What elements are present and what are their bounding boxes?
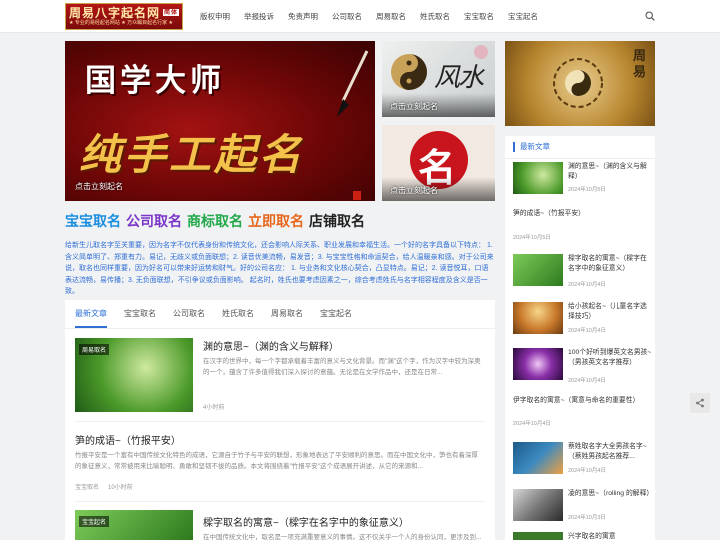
article-item[interactable]: 宝宝起名 樑字取名的寓意~（樑字在名字中的象征意义） 在中国传统文化中，取名是一… — [75, 510, 485, 540]
logo-tagline: ★ 专业的易经起名网站 ★ 万众瞩目起名行家 ★ — [69, 20, 174, 26]
sidebar-thumbnail[interactable] — [513, 532, 563, 540]
main-nav: 版权申明 举报投诉 免责声明 公司取名 周易取名 姓氏取名 宝宝取名 宝宝起名 — [200, 0, 552, 33]
sidebar-thumbnail[interactable] — [513, 302, 563, 334]
tab-zhouyi-naming[interactable]: 周易取名 — [271, 308, 303, 328]
fengshui-calligraphy: 风水 — [434, 63, 484, 93]
category-company[interactable]: 公司取名 — [126, 211, 182, 231]
sidebar-thumbnail[interactable] — [513, 254, 563, 286]
share-icon — [696, 398, 704, 408]
nav-item-copyright[interactable]: 版权申明 — [200, 0, 230, 33]
sidebar-item-date: 2024年10月4日 — [568, 328, 606, 334]
article-tabs: 最新文章 宝宝取名 公司取名 姓氏取名 周易取名 宝宝起名 — [75, 308, 369, 328]
article-summary: 在中国传统文化中，取名是一项充满重要意义的事情。这不仅关乎一个人的身份认同，更涉… — [203, 534, 482, 540]
bagua-icon — [553, 58, 603, 108]
sidebar-item-date: 2024年10月4日 — [568, 378, 606, 384]
nav-item-surname-naming[interactable]: 姓氏取名 — [420, 0, 450, 33]
article-title[interactable]: 笋的成语~（竹报平安） — [75, 432, 181, 447]
sidebar-item-title[interactable]: 渊的意思~（渊的含义与解释） — [568, 162, 652, 181]
hero-side2-caption[interactable]: 点击立刻起名 — [390, 185, 438, 196]
article-item[interactable]: 笋的成语~（竹报平安） 竹报平安是一个富有中国传统文化特色的成语，它源自于竹子与… — [75, 432, 485, 494]
sidebar-item[interactable]: 渊的意思~（渊的含义与解释） 2024年10月5日 — [513, 162, 651, 196]
plum-blossom — [474, 45, 488, 59]
article-tag[interactable]: 周易取名 — [79, 344, 110, 355]
zhouyi-banner[interactable]: 周易 — [505, 41, 655, 126]
seal-stamp — [353, 191, 361, 200]
hero-banner-main[interactable]: 国学大师 纯手工起名 点击立刻起名 — [65, 41, 375, 201]
sidebar-item-title[interactable]: 100个好听到爆英文名男孩~（男孩英文名字推荐） — [568, 348, 652, 367]
sidebar-item-title[interactable]: 凌的意思~（rolling 的解释） — [568, 489, 653, 499]
logo-badge: 简体 — [163, 9, 180, 16]
article-list-card: 最新文章 宝宝取名 公司取名 姓氏取名 周易取名 宝宝起名 周易取名 渊的意思~… — [65, 300, 495, 540]
tab-latest[interactable]: 最新文章 — [75, 308, 107, 328]
category-instant[interactable]: 立即取名 — [248, 211, 304, 231]
hero-main-caption[interactable]: 点击立刻起名 — [75, 181, 123, 192]
yin-yang-icon — [391, 54, 427, 90]
sidebar-thumbnail[interactable] — [513, 348, 563, 380]
category-baby[interactable]: 宝宝取名 — [65, 211, 121, 231]
category-links: 宝宝取名 公司取名 商标取名 立即取名 店铺取名 — [65, 211, 365, 231]
article-item[interactable]: 周易取名 渊的意思~（渊的含义与解释） 在汉字的世界中，每一个字都承载着丰富的意… — [75, 338, 485, 414]
article-category[interactable]: 宝宝取名 — [75, 482, 99, 491]
category-shop[interactable]: 店铺取名 — [309, 211, 365, 231]
sidebar-item[interactable]: 笋的成语~（竹报平安） 2024年10月5日 — [513, 209, 651, 241]
sidebar-thumbnail[interactable] — [513, 442, 563, 474]
hero-banner-name-char[interactable]: 名 点击立刻起名 — [382, 125, 495, 201]
nav-item-disclaimer[interactable]: 免责声明 — [288, 0, 318, 33]
sidebar-item[interactable]: 兴字取名的寓意 — [513, 532, 651, 540]
article-time: 10小时前 — [108, 485, 133, 491]
sidebar-item-title[interactable]: 兴字取名的寓意 — [568, 532, 651, 540]
share-button[interactable] — [690, 393, 710, 413]
sidebar-item[interactable]: 凌的意思~（rolling 的解释） 2024年10月3日 — [513, 489, 653, 523]
sidebar-item-title[interactable]: 蔡姓取名字大全男孩名字~（蔡姓男孩起名推荐... — [568, 442, 652, 461]
top-header: 周易八字起名网 简体 ★ 专业的易经起名网站 ★ 万众瞩目起名行家 ★ 版权申明 … — [0, 0, 720, 33]
sidebar-item-title[interactable]: 笋的成语~（竹报平安） — [513, 209, 651, 219]
tab-baby-naming-2[interactable]: 宝宝起名 — [320, 308, 352, 328]
sidebar-item-date: 2024年10月5日 — [568, 187, 606, 193]
intro-paragraph: 给新生儿取名字至关重要，因为名字不仅代表身份和传统文化，还会影响人际关系、职业发… — [65, 242, 494, 295]
nav-item-baby-naming-2[interactable]: 宝宝起名 — [508, 0, 538, 33]
nav-item-company-naming[interactable]: 公司取名 — [332, 0, 362, 33]
tab-baby-naming[interactable]: 宝宝取名 — [124, 308, 156, 328]
article-time: 4小时前 — [203, 405, 225, 411]
sidebar-item-title[interactable]: 伊字取名的寓意~（寓意与命名的重要性） — [513, 396, 651, 406]
hero-banner-fengshui[interactable]: 风水 点击立刻起名 — [382, 41, 495, 117]
sidebar-thumbnail[interactable] — [513, 162, 563, 194]
tab-surname-naming[interactable]: 姓氏取名 — [222, 308, 254, 328]
site-logo[interactable]: 周易八字起名网 简体 ★ 专业的易经起名网站 ★ 万众瞩目起名行家 ★ — [65, 3, 183, 30]
sidebar-thumbnail[interactable] — [513, 489, 563, 521]
sidebar-item[interactable]: 100个好听到爆英文名男孩~（男孩英文名字推荐） 2024年10月4日 — [513, 348, 651, 384]
sidebar-latest-articles: 最新文章 渊的意思~（渊的含义与解释） 2024年10月5日 笋的成语~（竹报平… — [505, 136, 655, 540]
sidebar-item-title[interactable]: 给小孩起名~（儿童名字选择技巧） — [568, 302, 652, 321]
article-tag[interactable]: 宝宝起名 — [79, 516, 110, 527]
sidebar-item[interactable]: 樑字取名的寓意~（樑字在名字中的象征意义） 2024年10月4日 — [513, 254, 651, 288]
sidebar-item[interactable]: 伊字取名的寓意~（寓意与命名的重要性） 2024年10月4日 — [513, 396, 651, 427]
search-icon[interactable] — [645, 11, 655, 21]
nav-item-report[interactable]: 举报投诉 — [244, 0, 274, 33]
sidebar-item-date: 2024年10月4日 — [568, 468, 606, 474]
article-title[interactable]: 樑字取名的寓意~（樑字在名字中的象征意义） — [203, 514, 409, 529]
sidebar-item-date: 2024年10月4日 — [568, 282, 606, 288]
sidebar-item-date: 2024年10月5日 — [513, 235, 551, 241]
nav-item-baby-naming[interactable]: 宝宝取名 — [464, 0, 494, 33]
zhouyi-text: 周易 — [633, 49, 647, 80]
sidebar-item-title[interactable]: 樑字取名的寓意~（樑字在名字中的象征意义） — [568, 254, 652, 273]
sidebar-item[interactable]: 蔡姓取名字大全男孩名字~（蔡姓男孩起名推荐... 2024年10月4日 — [513, 442, 651, 476]
category-trademark[interactable]: 商标取名 — [187, 211, 243, 231]
logo-title: 周易八字起名网 — [69, 6, 161, 20]
sidebar-item-date: 2024年10月3日 — [568, 515, 606, 521]
article-title[interactable]: 渊的意思~（渊的含义与解释） — [203, 338, 339, 353]
article-summary: 在汉字的世界中，每一个字都承载着丰富的意义与文化背景。而"渊"这个字，作为汉字中… — [203, 358, 481, 376]
article-summary: 竹报平安是一个富有中国传统文化特色的成语，它源自于竹子与平安的联想，形象地表达了… — [75, 452, 478, 470]
hero-side1-caption[interactable]: 点击立刻起名 — [390, 101, 438, 112]
sidebar-heading: 最新文章 — [513, 142, 550, 152]
hero-main-subtitle: 纯手工起名 — [79, 130, 305, 179]
sidebar-item-date: 2024年10月4日 — [513, 421, 551, 427]
nav-item-zhouyi-naming[interactable]: 周易取名 — [376, 0, 406, 33]
hero-main-title: 国学大师 — [85, 63, 225, 99]
tab-company-naming[interactable]: 公司取名 — [173, 308, 205, 328]
brush-icon — [337, 50, 369, 117]
sidebar-item[interactable]: 给小孩起名~（儿童名字选择技巧） 2024年10月4日 — [513, 302, 651, 336]
